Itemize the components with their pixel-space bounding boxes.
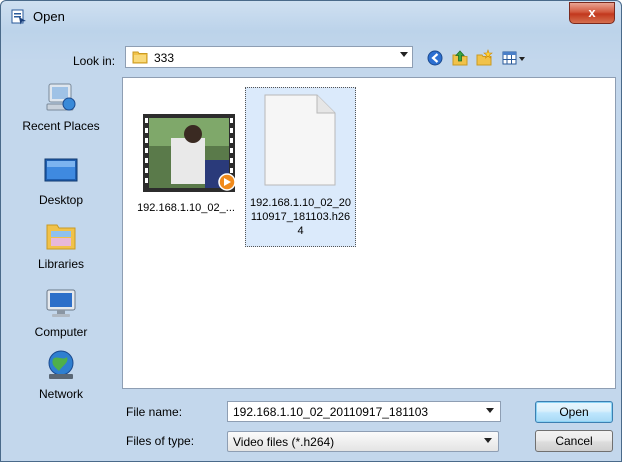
close-icon: x	[588, 5, 596, 20]
file-label-line-2: 110917_181103.h26	[250, 211, 351, 223]
places-bar: Recent Places Desktop Libraries Computer…	[7, 77, 115, 457]
network-icon	[48, 350, 74, 379]
file-label: 192.168.1.10_02_...	[137, 202, 235, 214]
look-in-label: Look in:	[73, 54, 116, 68]
recent-places-icon	[46, 83, 76, 111]
folder-icon	[132, 51, 148, 64]
file-name-value: 192.168.1.10_02_20110917_181103	[233, 405, 429, 419]
desktop-icon	[44, 158, 78, 182]
file-list-pane[interactable]: 192.168.1.10_02_... 192.168.1.10_02_20 1…	[122, 77, 616, 389]
chevron-down-icon[interactable]	[486, 408, 494, 413]
chevron-down-icon	[400, 52, 408, 57]
back-icon[interactable]	[427, 49, 443, 67]
file-type-label: Files of type:	[126, 434, 195, 448]
place-libraries[interactable]: Libraries	[7, 219, 115, 271]
libraries-icon	[46, 224, 76, 250]
file-label-line-3: 4	[297, 225, 304, 237]
close-button[interactable]: x	[569, 2, 615, 24]
cancel-button[interactable]: Cancel	[535, 430, 613, 452]
new-folder-icon[interactable]	[475, 49, 493, 67]
place-network[interactable]: Network	[7, 349, 115, 401]
place-desktop[interactable]: Desktop	[7, 155, 115, 207]
place-label: Computer	[34, 325, 88, 339]
open-dialog-icon	[11, 9, 26, 25]
file-type-value: Video files (*.h264)	[233, 435, 335, 449]
look-in-value: 333	[154, 51, 175, 65]
place-label: Recent Places	[22, 119, 100, 133]
computer-icon	[46, 289, 76, 317]
place-label: Libraries	[37, 257, 85, 271]
file-item-video[interactable]: 192.168.1.10_02_...	[131, 84, 241, 214]
file-label-line-1: 192.168.1.10_02_20	[250, 197, 351, 209]
open-button[interactable]: Open	[535, 401, 613, 423]
chevron-down-icon	[484, 438, 492, 443]
window-title: Open	[33, 9, 65, 24]
blank-file-icon	[264, 94, 336, 186]
title-bar[interactable]: Open x	[1, 1, 621, 31]
file-name-label: File name:	[126, 405, 183, 419]
place-label: Desktop	[38, 193, 84, 207]
file-item-h264[interactable]: 192.168.1.10_02_20 110917_181103.h26 4	[245, 87, 356, 247]
place-computer[interactable]: Computer	[7, 287, 115, 339]
file-name-field[interactable]: 192.168.1.10_02_20110917_181103	[227, 401, 501, 422]
open-dialog: Open x Look in: 333 Recent Places Deskto…	[0, 0, 622, 462]
file-type-dropdown[interactable]: Video files (*.h264)	[227, 431, 499, 452]
place-label: Network	[38, 387, 83, 401]
view-menu-icon[interactable]	[501, 49, 529, 67]
place-recent-places[interactable]: Recent Places	[7, 81, 115, 133]
video-thumbnail-icon	[143, 114, 236, 192]
look-in-dropdown[interactable]: 333	[125, 46, 413, 68]
up-folder-icon[interactable]	[451, 49, 469, 67]
